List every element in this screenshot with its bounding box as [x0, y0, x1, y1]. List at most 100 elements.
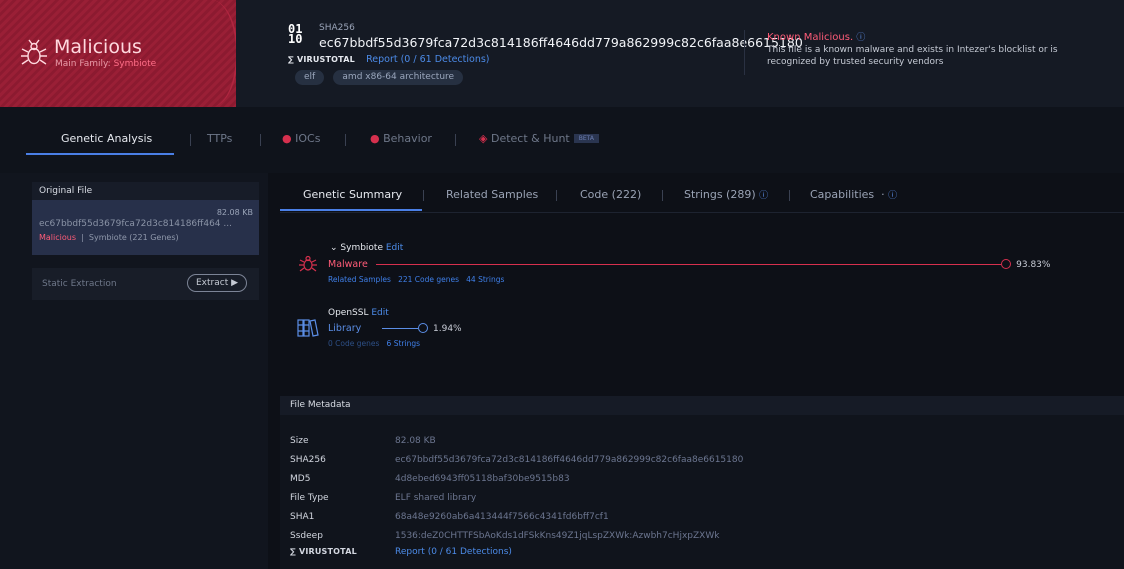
- main-family-value: Symbiote: [113, 59, 157, 69]
- status-malicious: Malicious: [39, 233, 77, 242]
- tab-separator: [260, 134, 261, 146]
- main-tabs: Genetic Analysis TTPs ● IOCs ● Behavior …: [0, 107, 1124, 173]
- sha256-hash[interactable]: ec67bbdf55d3679fca72d3c814186ff4646dd779…: [319, 35, 803, 50]
- edit-link[interactable]: Edit: [371, 308, 388, 318]
- active-tab-indicator: [26, 153, 174, 155]
- info-icon[interactable]: ⓘ: [856, 33, 865, 43]
- sub-tabs: Genetic Summary Related Samples Code (22…: [280, 173, 1124, 213]
- strings-link[interactable]: 44 Strings: [466, 275, 504, 284]
- strings-link[interactable]: 6 Strings: [387, 339, 420, 348]
- tag-architecture[interactable]: amd x86-64 architecture: [333, 70, 464, 85]
- original-file-item[interactable]: 82.08 KB ec67bbdf55d3679fca72d3c814186ff…: [32, 200, 259, 255]
- library-icon: [297, 319, 319, 337]
- gene-percent: 93.83%: [1016, 260, 1051, 270]
- static-extraction-row: Static Extraction Extract ▶: [32, 268, 259, 300]
- extract-button[interactable]: Extract ▶: [187, 274, 247, 292]
- related-samples-link[interactable]: Related Samples: [328, 275, 391, 284]
- known-malicious-title: Known Malicious. ⓘ: [767, 30, 1074, 43]
- metadata-key: Size: [290, 436, 309, 446]
- metadata-value[interactable]: 4d8ebed6943ff05118baf30be9515b83: [395, 474, 570, 484]
- tab-separator: [190, 134, 191, 146]
- code-genes-link[interactable]: 0 Code genes: [328, 339, 379, 348]
- metadata-key: SHA1: [290, 512, 315, 522]
- original-file-card: Original File 82.08 KB ec67bbdf55d3679fc…: [32, 182, 259, 255]
- hash-label: SHA256: [319, 23, 355, 33]
- known-malicious-notice: Known Malicious. ⓘ This file is a known …: [744, 30, 1074, 75]
- original-file-hash: ec67bbdf55d3679fca72d3c814186ff464 ...: [39, 219, 232, 229]
- metadata-value[interactable]: 68a48e9260ab6a413444f7566c4341fd6bff7cf1: [395, 512, 609, 522]
- tab-genetic-summary[interactable]: Genetic Summary: [303, 188, 402, 201]
- file-metadata-header: File Metadata: [280, 396, 1124, 415]
- file-summary-header: Malicious Main Family: Symbiote 01 10 SH…: [0, 0, 1124, 107]
- tab-separator: [455, 134, 456, 146]
- original-file-status: Malicious | Symbiote (221 Genes): [39, 233, 179, 242]
- original-file-size: 82.08 KB: [216, 208, 253, 217]
- tab-behavior-label: Behavior: [383, 132, 432, 145]
- tab-separator: [345, 134, 346, 146]
- metadata-key: File Type: [290, 493, 329, 503]
- tag-elf[interactable]: elf: [295, 70, 325, 85]
- left-panel: Original File 82.08 KB ec67bbdf55d3679fc…: [0, 173, 268, 569]
- tab-detect-hunt-label: Detect & Hunt: [490, 132, 570, 145]
- code-genes-link[interactable]: 221 Code genes: [398, 275, 459, 284]
- metadata-value[interactable]: ec67bbdf55d3679fca72d3c814186ff4646dd779…: [395, 455, 743, 465]
- tab-strings-label: Strings (289): [684, 188, 756, 201]
- gene-name: OpenSSL Edit: [328, 308, 389, 318]
- virustotal-logo: ∑ VIRUSTOTAL: [288, 55, 355, 64]
- tab-capabilities-label: Capabilities: [810, 188, 875, 201]
- gene-percent-bar: [382, 328, 418, 329]
- tab-code[interactable]: Code (222): [580, 188, 641, 201]
- red-dot-icon: ●: [370, 132, 380, 145]
- gene-percent-knob: [1001, 259, 1012, 269]
- red-dot-icon: ●: [282, 132, 292, 145]
- gene-type: Malware: [328, 259, 368, 270]
- file-metadata-table: Size 82.08 KB SHA256 ec67bbdf55d3679fca72d…: [280, 415, 1124, 569]
- verdict-banner: Malicious Main Family: Symbiote: [0, 0, 236, 107]
- metadata-value: ELF shared library: [395, 493, 477, 503]
- metadata-value[interactable]: 1536:deZ0CHTTFSbAoKds1dFSkKns49Z1jqLspZX…: [395, 531, 719, 541]
- info-icon[interactable]: ⓘ: [888, 191, 897, 201]
- known-malicious-description: This file is a known malware and exists …: [767, 45, 1058, 67]
- tab-genetic-analysis[interactable]: Genetic Analysis: [61, 132, 152, 145]
- bug-icon: [299, 255, 317, 272]
- gene-name-text: Symbiote: [340, 243, 383, 253]
- tab-related-samples[interactable]: Related Samples: [446, 188, 538, 201]
- family-genes: Symbiote (221 Genes): [88, 233, 179, 242]
- verdict-title: Malicious: [54, 36, 142, 58]
- metadata-value: 82.08 KB: [395, 436, 436, 446]
- virustotal-report-link[interactable]: Report (0 / 61 Detections): [366, 54, 489, 65]
- tab-ttps[interactable]: TTPs: [207, 132, 232, 145]
- file-tags: elf amd x86-64 architecture: [295, 70, 469, 85]
- tab-capabilities[interactable]: Capabilities · ⓘ: [810, 188, 897, 201]
- bug-icon: [21, 39, 47, 65]
- binary-icon: 01 10: [288, 23, 303, 46]
- static-extraction-label: Static Extraction: [42, 279, 117, 289]
- active-subtab-indicator: [280, 209, 422, 211]
- gene-percent: 1.94%: [433, 324, 462, 334]
- gene-name: ⌄ Symbiote Edit: [330, 243, 404, 253]
- tab-separator: [423, 190, 424, 201]
- crosshair-icon: ◈: [479, 132, 488, 145]
- tab-strings[interactable]: Strings (289) ⓘ: [684, 188, 768, 201]
- known-malicious-title-text: Known Malicious.: [767, 32, 854, 43]
- metadata-key: Ssdeep: [290, 531, 323, 541]
- tab-iocs[interactable]: ● IOCs: [282, 132, 320, 145]
- metadata-key: SHA256: [290, 455, 326, 465]
- tab-separator: [662, 190, 663, 201]
- binary-icon-bottom: 10: [288, 32, 303, 46]
- main-family: Main Family: Symbiote: [55, 59, 156, 69]
- tab-detect-hunt[interactable]: ◈ Detect & Hunt BETA: [479, 132, 599, 145]
- info-icon[interactable]: ⓘ: [759, 191, 768, 201]
- virustotal-line: ∑ VIRUSTOTAL Report (0 / 61 Detections): [288, 54, 490, 65]
- tab-separator: [556, 190, 557, 201]
- tab-separator: [789, 190, 790, 201]
- gene-name-text: OpenSSL: [328, 308, 369, 318]
- virustotal-logo: ∑ VIRUSTOTAL: [290, 547, 357, 556]
- edit-link[interactable]: Edit: [386, 243, 403, 253]
- beta-badge: BETA: [573, 134, 599, 143]
- tab-iocs-label: IOCs: [295, 132, 321, 145]
- tab-behavior[interactable]: ● Behavior: [370, 132, 432, 145]
- virustotal-logo-text: VIRUSTOTAL: [296, 55, 355, 64]
- gene-links: Related Samples 221 Code genes 44 String…: [328, 275, 504, 284]
- virustotal-report-link[interactable]: Report (0 / 61 Detections): [395, 547, 512, 557]
